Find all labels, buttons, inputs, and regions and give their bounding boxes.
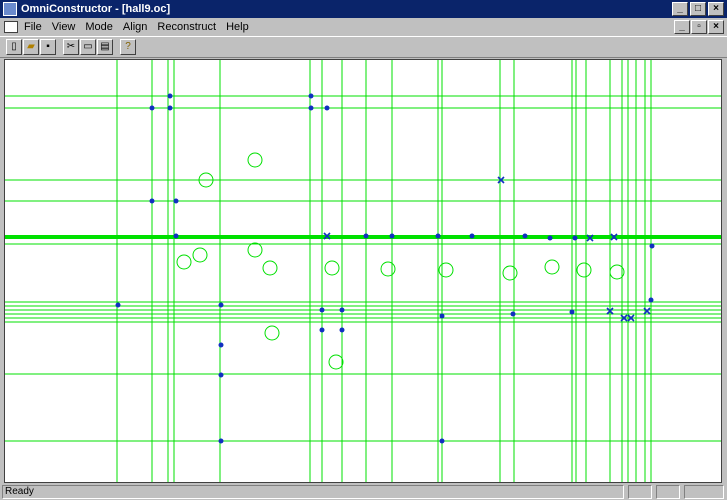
scene-point-marker bbox=[115, 302, 121, 308]
new-icon[interactable]: ▯ bbox=[6, 39, 22, 55]
scene-point-marker bbox=[324, 105, 330, 111]
status-pane-2 bbox=[656, 485, 680, 499]
scene-circle-marker bbox=[262, 260, 278, 276]
document-icon[interactable] bbox=[4, 21, 18, 33]
scene-point-marker bbox=[439, 313, 445, 319]
scene-point-marker bbox=[218, 372, 224, 378]
scene-point-marker bbox=[339, 307, 345, 313]
close-icon[interactable]: × bbox=[708, 2, 724, 16]
toolbar: ▯ ▰ ▪ ✂ ▭ ▤ ? bbox=[0, 36, 727, 58]
help-icon[interactable]: ? bbox=[120, 39, 136, 55]
maximize-icon[interactable]: □ bbox=[690, 2, 706, 16]
cut-icon[interactable]: ✂ bbox=[63, 39, 79, 55]
scene-point-marker bbox=[218, 342, 224, 348]
scene-point-marker bbox=[572, 235, 578, 241]
scene-point-marker bbox=[510, 311, 516, 317]
scene-circle-marker bbox=[438, 262, 454, 278]
scene-point-marker bbox=[149, 198, 155, 204]
scene-circle-marker bbox=[247, 242, 263, 258]
scene-point-marker bbox=[648, 297, 654, 303]
scene-circle-marker bbox=[380, 261, 396, 277]
scene-point-marker bbox=[389, 233, 395, 239]
scene-point-marker bbox=[363, 233, 369, 239]
scene-point-marker bbox=[569, 309, 575, 315]
scene-circle-marker bbox=[192, 247, 208, 263]
scene-point-marker bbox=[649, 243, 655, 249]
app-icon bbox=[3, 2, 17, 16]
scene-point-marker bbox=[547, 235, 553, 241]
menu-mode[interactable]: Mode bbox=[85, 21, 113, 33]
title-bar: OmniConstructor - [hall9.oc] _ □ × bbox=[0, 0, 727, 18]
drawing-canvas[interactable] bbox=[4, 59, 722, 483]
status-text: Ready bbox=[2, 485, 624, 499]
scene-circle-marker bbox=[264, 325, 280, 341]
scene-circle-marker bbox=[324, 260, 340, 276]
paste-icon[interactable]: ▤ bbox=[97, 39, 113, 55]
window-title: OmniConstructor - [hall9.oc] bbox=[21, 3, 171, 15]
scene-point-marker bbox=[167, 93, 173, 99]
scene-point-marker bbox=[173, 198, 179, 204]
scene-svg[interactable] bbox=[5, 60, 721, 482]
scene-point-marker bbox=[339, 327, 345, 333]
scene-circle-marker bbox=[328, 354, 344, 370]
menu-view[interactable]: View bbox=[52, 21, 76, 33]
scene-point-marker bbox=[149, 105, 155, 111]
scene-point-marker bbox=[522, 233, 528, 239]
scene-circle-marker bbox=[176, 254, 192, 270]
minimize-icon[interactable]: _ bbox=[672, 2, 688, 16]
doc-minimize-icon[interactable]: _ bbox=[674, 20, 690, 34]
scene-point-marker bbox=[319, 327, 325, 333]
scene-circle-marker bbox=[502, 265, 518, 281]
scene-circle-marker bbox=[247, 152, 263, 168]
scene-circle-marker bbox=[576, 262, 592, 278]
scene-point-marker bbox=[435, 233, 441, 239]
open-icon[interactable]: ▰ bbox=[23, 39, 39, 55]
menu-file[interactable]: File bbox=[24, 21, 42, 33]
menu-reconstruct[interactable]: Reconstruct bbox=[157, 21, 216, 33]
scene-point-marker bbox=[439, 438, 445, 444]
status-pane-1 bbox=[628, 485, 652, 499]
doc-restore-icon[interactable]: ▫ bbox=[691, 20, 707, 34]
copy-icon[interactable]: ▭ bbox=[80, 39, 96, 55]
scene-point-marker bbox=[308, 105, 314, 111]
menu-align[interactable]: Align bbox=[123, 21, 147, 33]
scene-point-marker bbox=[308, 93, 314, 99]
scene-point-marker bbox=[167, 105, 173, 111]
status-pane-3 bbox=[684, 485, 724, 499]
status-bar: Ready bbox=[0, 484, 727, 500]
scene-point-marker bbox=[218, 302, 224, 308]
scene-circle-marker bbox=[544, 259, 560, 275]
save-icon[interactable]: ▪ bbox=[40, 39, 56, 55]
menu-bar: File View Mode Align Reconstruct Help _ … bbox=[0, 18, 727, 36]
scene-point-marker bbox=[218, 438, 224, 444]
scene-point-marker bbox=[469, 233, 475, 239]
scene-point-marker bbox=[173, 233, 179, 239]
menu-help[interactable]: Help bbox=[226, 21, 249, 33]
scene-point-marker bbox=[319, 307, 325, 313]
doc-close-icon[interactable]: × bbox=[708, 20, 724, 34]
